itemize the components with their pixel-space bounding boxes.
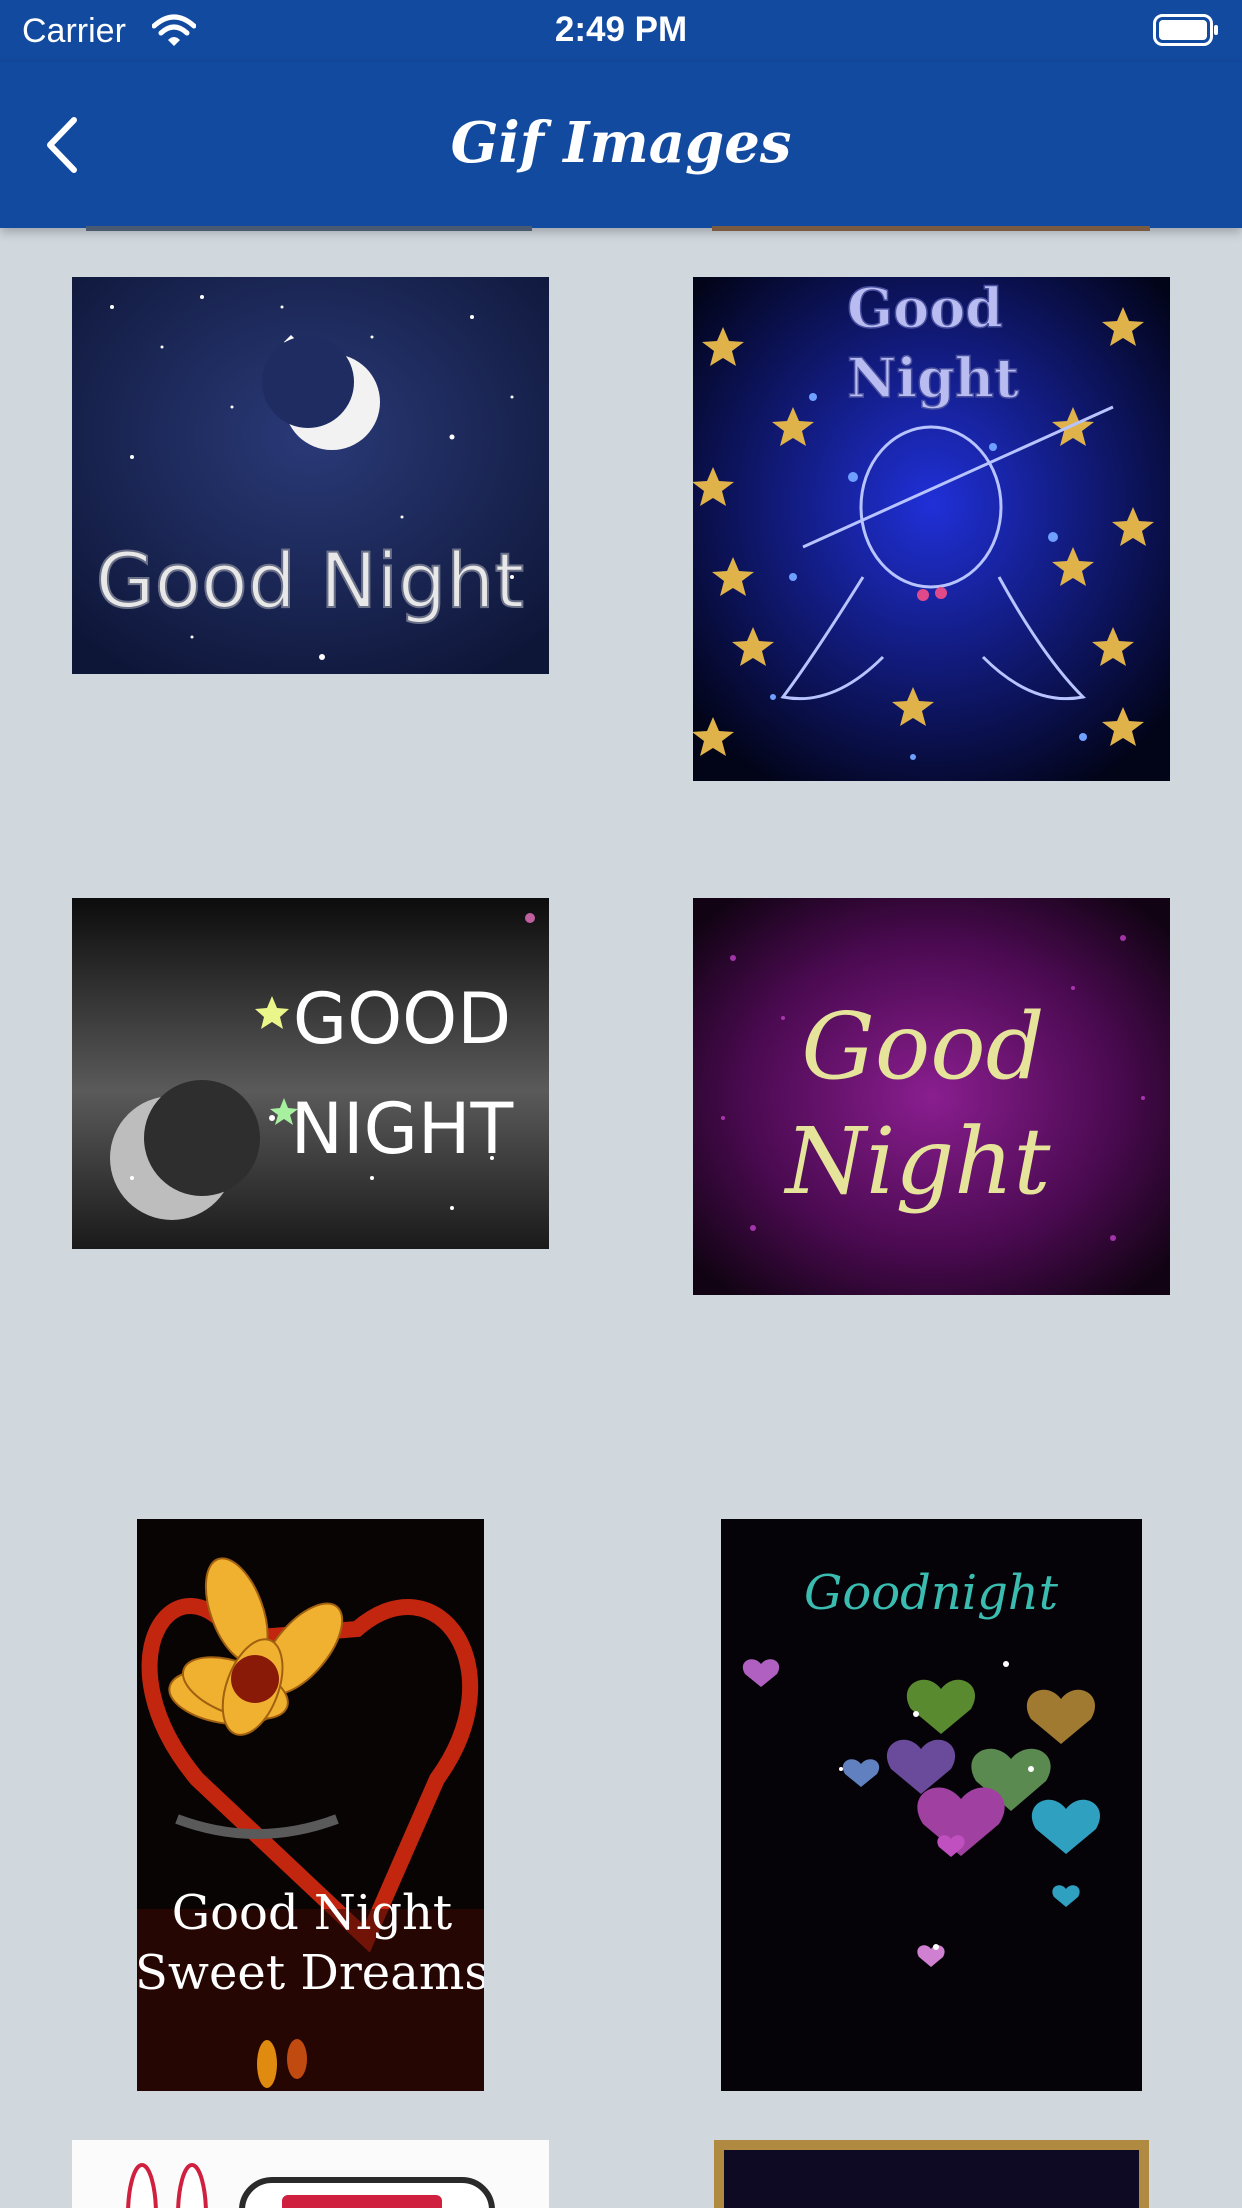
gif-image: Good Night [72,277,549,674]
previous-row-edge [86,226,532,231]
gif-tile-good-night-moon[interactable]: Good Night [72,277,549,674]
gif-caption: Good Night [96,536,524,625]
gif-caption: GOOD [293,978,511,1060]
gif-tile-good-night-crescent[interactable]: GOOD NIGHT [72,898,549,1249]
battery-icon [1153,14,1218,46]
gif-tile-good-night-purple[interactable]: Good Night [693,898,1170,1295]
gif-caption: Good [801,993,1044,1100]
page-title: Gif Images [450,110,792,176]
gif-caption: NIGHT [291,1088,514,1170]
gif-image: Goodnight [721,1519,1142,2091]
gif-image: Good Night [693,277,1170,781]
gif-image: Good Night Sweet Dreams [137,1519,484,2091]
gif-caption: Goodnight [804,1565,1059,1621]
gif-tile-good-night-sweet-dreams[interactable]: Good Night Sweet Dreams [137,1519,484,2091]
gif-tile-partial-left[interactable] [72,2140,549,2208]
status-bar: Carrier 2:49 PM [0,0,1242,62]
gif-tile-partial-right[interactable] [714,2140,1149,2208]
gif-caption: Night [783,1108,1051,1215]
gif-image [72,2140,549,2208]
status-time: 2:49 PM [554,10,688,49]
gif-caption: Good [847,277,1003,340]
gif-image [714,2140,1149,2208]
navigation-bar: Gif Images [0,62,1242,228]
previous-row-edge [712,226,1150,231]
gif-tile-good-night-angel-stars[interactable]: Good Night [693,277,1170,781]
gif-tile-goodnight-hearts[interactable]: Goodnight [721,1519,1142,2091]
gif-caption: Night [847,346,1019,410]
gif-image: Good Night [693,898,1170,1295]
gif-caption: Good Night [172,1885,452,1941]
gif-caption: Sweet Dreams [137,1945,484,2001]
gif-image: GOOD NIGHT [72,898,549,1249]
